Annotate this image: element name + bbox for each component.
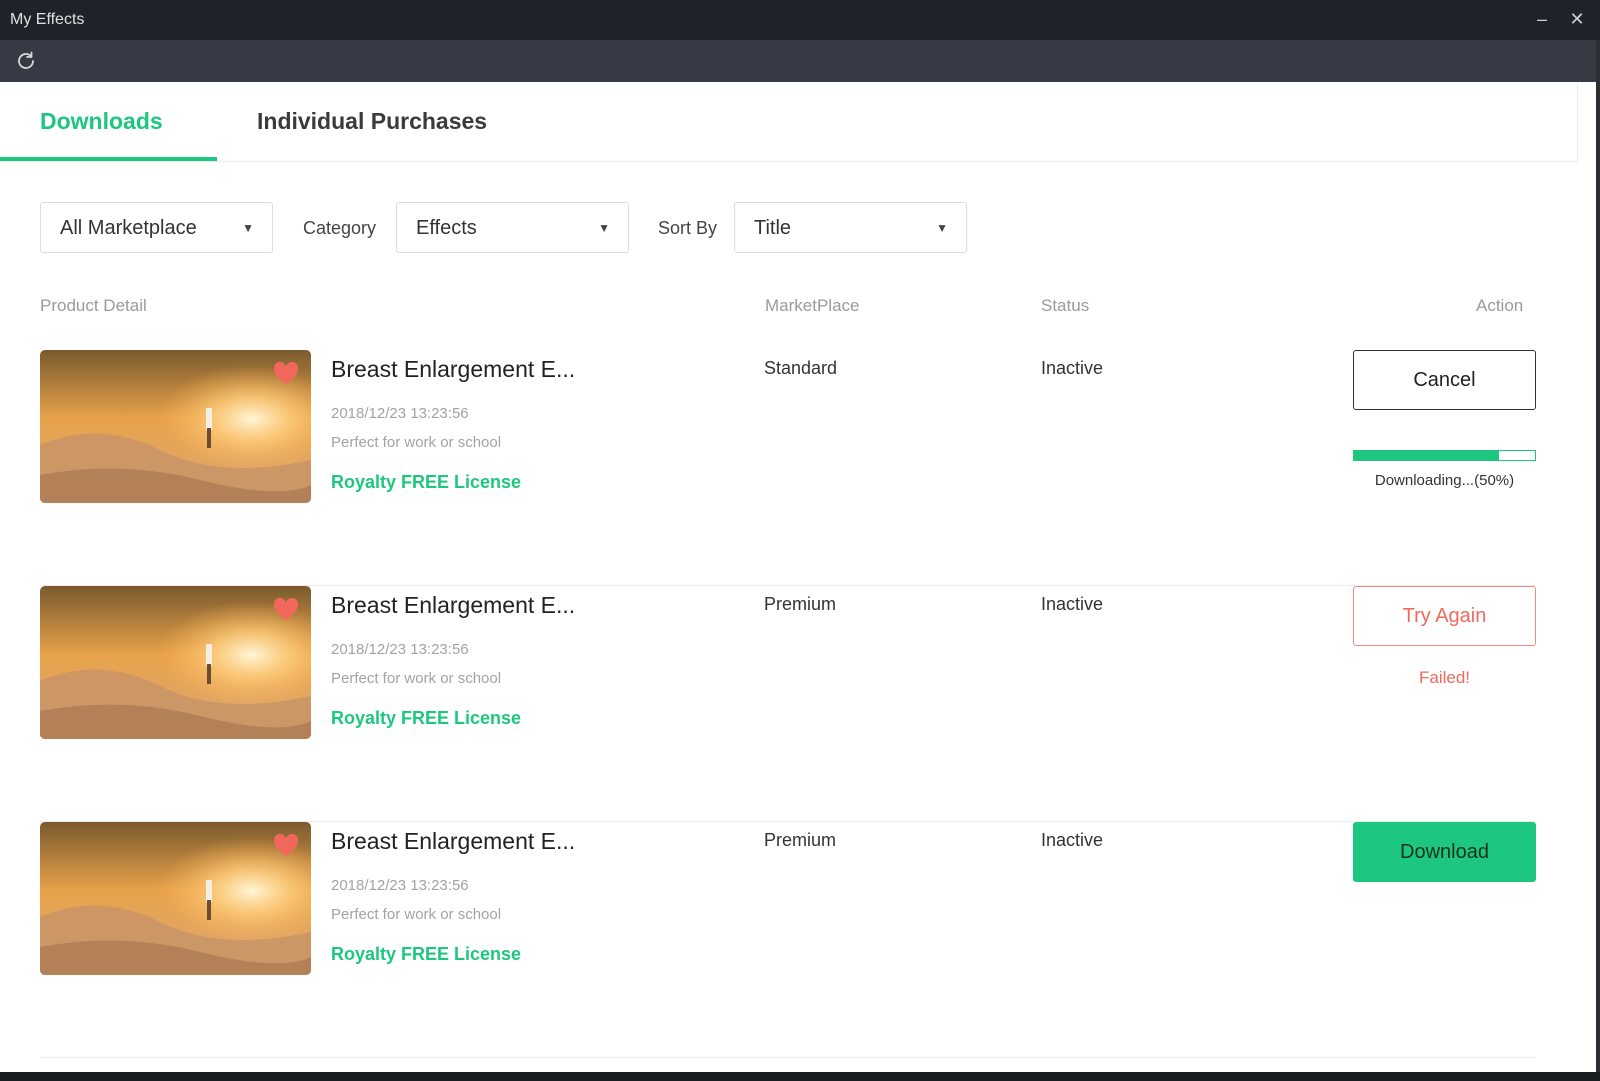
category-select[interactable]: Effects ▼ [396, 202, 629, 253]
caret-down-icon: ▼ [936, 221, 948, 235]
license-link[interactable]: Royalty FREE License [331, 708, 521, 729]
marketplace-value: Premium [764, 594, 837, 614]
product-description: Perfect for work or school [331, 670, 502, 687]
heart-icon[interactable] [273, 362, 299, 386]
product-date: 2018/12/23 13:23:56 [331, 641, 469, 658]
product-thumbnail[interactable] [40, 822, 311, 975]
list-item: Breast Enlargement E... 2018/12/23 13:23… [40, 350, 1536, 586]
category-select-value: Effects [416, 217, 477, 239]
status-value: Inactive [1041, 594, 1104, 614]
tab-downloads[interactable]: Downloads [40, 108, 163, 135]
try-again-button[interactable]: Try Again [1353, 586, 1536, 646]
sort-by-select-value: Title [754, 217, 792, 239]
product-thumbnail[interactable] [40, 350, 311, 503]
marketplace-value: Premium [764, 830, 837, 850]
column-header-status: Status [1041, 296, 1090, 315]
window-edge [0, 1072, 1600, 1081]
product-thumbnail[interactable] [40, 586, 311, 739]
status-value: Inactive [1041, 358, 1104, 378]
product-name[interactable]: Breast Enlargement E... [331, 592, 575, 619]
download-progress-bar [1353, 450, 1536, 461]
heart-icon[interactable] [273, 598, 299, 622]
toolbar [0, 40, 1596, 82]
app-window: My Effects – ✕ Downloads Individual Purc… [0, 0, 1600, 1081]
marketplace-select-value: All Marketplace [60, 217, 197, 239]
download-progress-text: Downloading...(50%) [1374, 472, 1515, 489]
progress-fill [1354, 451, 1499, 460]
license-link[interactable]: Royalty FREE License [331, 472, 521, 493]
window-title: My Effects [10, 11, 85, 28]
close-button[interactable]: ✕ [1566, 8, 1588, 30]
product-description: Perfect for work or school [331, 434, 502, 451]
tab-individual-purchases[interactable]: Individual Purchases [257, 108, 487, 135]
product-date: 2018/12/23 13:23:56 [331, 877, 469, 894]
license-link[interactable]: Royalty FREE License [331, 944, 521, 965]
product-description: Perfect for work or school [331, 906, 502, 923]
column-header-action: Action [1476, 296, 1524, 315]
failed-status-text: Failed! [1418, 668, 1471, 687]
minimize-button[interactable]: – [1531, 8, 1553, 30]
sort-by-label: Sort By [658, 218, 718, 238]
marketplace-select[interactable]: All Marketplace ▼ [40, 202, 273, 253]
marketplace-value: Standard [764, 358, 838, 378]
title-bar: My Effects – ✕ [0, 0, 1600, 40]
product-name[interactable]: Breast Enlargement E... [331, 828, 575, 855]
column-header-marketplace: MarketPlace [765, 296, 860, 315]
window-edge [1596, 40, 1600, 1081]
filter-bar: All Marketplace ▼ Category Effects ▼ Sor… [0, 202, 1596, 254]
active-tab-indicator [0, 157, 217, 161]
cancel-button[interactable]: Cancel [1353, 350, 1536, 410]
column-header-product-detail: Product Detail [40, 296, 147, 315]
tab-bar: Downloads Individual Purchases [0, 82, 1578, 162]
category-label: Category [303, 218, 377, 238]
main-content: Downloads Individual Purchases All Marke… [0, 82, 1596, 1072]
heart-icon[interactable] [273, 834, 299, 858]
sort-by-select[interactable]: Title ▼ [734, 202, 967, 253]
caret-down-icon: ▼ [242, 221, 254, 235]
list-item: Breast Enlargement E... 2018/12/23 13:23… [40, 822, 1536, 1058]
product-name[interactable]: Breast Enlargement E... [331, 356, 575, 383]
list-item: Breast Enlargement E... 2018/12/23 13:23… [40, 586, 1536, 822]
refresh-icon[interactable] [14, 49, 38, 73]
product-date: 2018/12/23 13:23:56 [331, 405, 469, 422]
download-button[interactable]: Download [1353, 822, 1536, 882]
caret-down-icon: ▼ [598, 221, 610, 235]
status-value: Inactive [1041, 830, 1104, 850]
